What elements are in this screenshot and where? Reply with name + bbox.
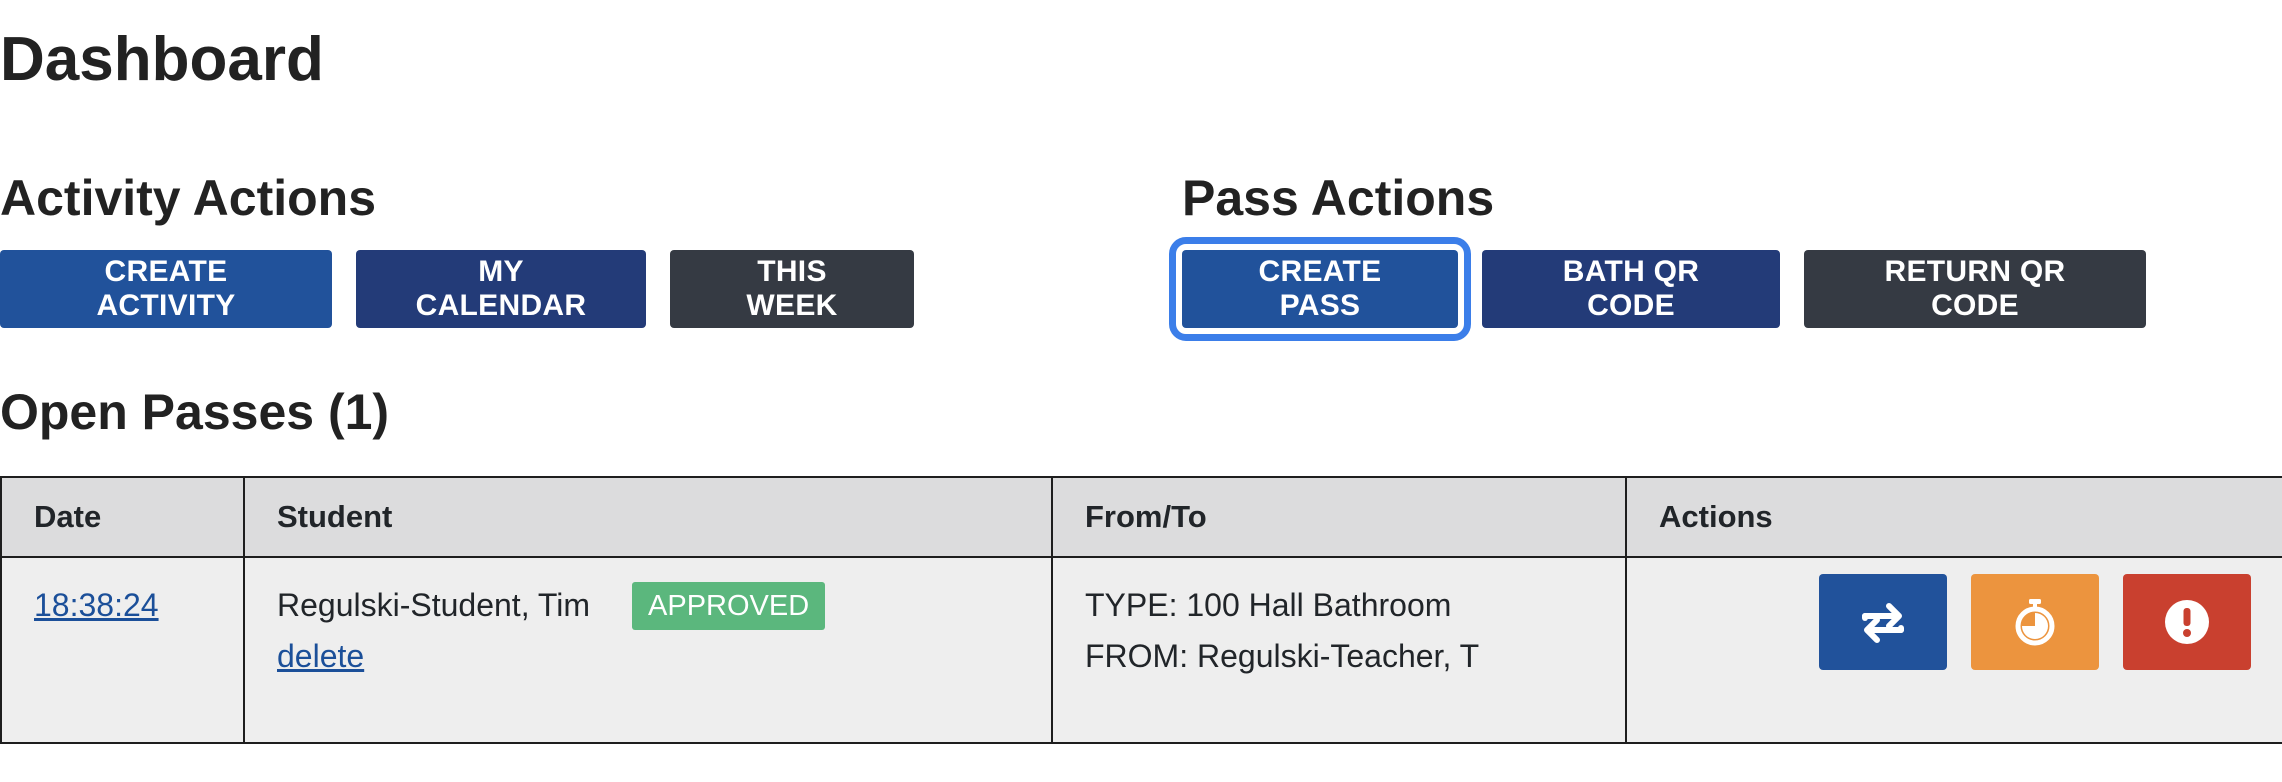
pass-time-link[interactable]: 18:38:24 [34,587,159,623]
column-header-date: Date [0,476,245,558]
this-week-button[interactable]: THIS WEEK [670,250,914,328]
table-header-row: Date Student From/To Actions [0,476,2282,558]
status-badge: APPROVED [632,581,826,630]
stopwatch-icon [2015,599,2055,646]
column-header-student: Student [243,476,1053,558]
exclamation-circle-icon [2165,600,2209,644]
bath-qr-code-button[interactable]: BATH QR CODE [1482,250,1780,328]
create-activity-button[interactable]: CREATE ACTIVITY [0,250,332,328]
column-header-from-to: From/To [1051,476,1627,558]
student-line: Regulski-Student, Tim APPROVED [277,580,1019,631]
dashboard-page: Dashboard Activity Actions CREATE ACTIVI… [0,0,2282,782]
pass-actions-toolbar: CREATE PASS BATH QR CODE RETURN QR CODE [1169,237,2146,341]
delete-link[interactable]: delete [277,638,364,674]
open-passes-title: Open Passes (1) [0,384,390,440]
my-calendar-button[interactable]: MY CALENDAR [356,250,646,328]
open-passes-table: Date Student From/To Actions 18:38:24 Re… [0,476,2282,744]
activity-actions-title: Activity Actions [0,170,377,226]
column-header-actions: Actions [1625,476,2282,558]
timer-button[interactable] [1971,574,2099,670]
student-name: Regulski-Student, Tim [277,587,591,623]
from-to-cell: TYPE: 100 Hall Bathroom FROM: Regulski-T… [1051,556,1627,744]
actions-cell [1625,556,2282,744]
pass-type: TYPE: 100 Hall Bathroom [1085,587,1452,623]
create-pass-button[interactable]: CREATE PASS [1169,237,1471,341]
page-title: Dashboard [0,25,324,94]
pass-actions-title: Pass Actions [1182,170,1495,226]
alert-button[interactable] [2123,574,2251,670]
activity-actions-toolbar: CREATE ACTIVITY MY CALENDAR THIS WEEK [0,250,914,328]
return-qr-code-button[interactable]: RETURN QR CODE [1804,250,2146,328]
table-row: 18:38:24 Regulski-Student, Tim APPROVED … [0,556,2282,744]
swap-arrows-icon [1862,603,1904,643]
swap-button[interactable] [1819,574,1947,670]
date-cell: 18:38:24 [0,556,245,744]
row-actions [1819,574,2251,670]
student-cell: Regulski-Student, Tim APPROVED delete [243,556,1053,744]
pass-from: FROM: Regulski-Teacher, T [1085,638,1480,674]
